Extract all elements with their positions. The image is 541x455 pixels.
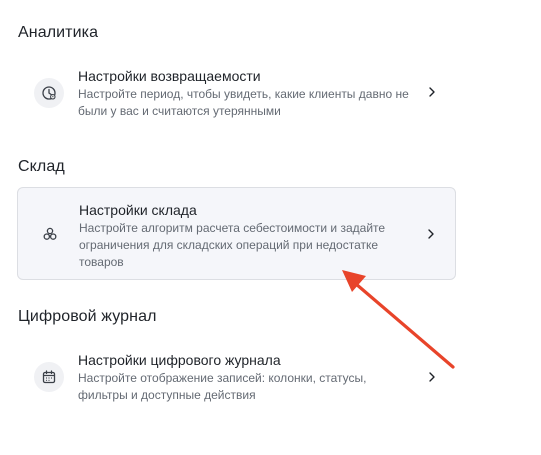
settings-page: Аналитика Настройки возвращаемости Настр… [0, 0, 541, 455]
settings-item-title: Настройки возвращаемости [78, 68, 261, 84]
section-title-warehouse: Склад [18, 158, 65, 175]
settings-item-title: Настройки цифрового журнала [78, 352, 281, 368]
settings-item-retention[interactable]: Настройки возвращаемости Настройте перио… [17, 62, 456, 126]
calendar-icon [34, 362, 64, 392]
settings-item-warehouse[interactable]: Настройки склада Настройте алгоритм расч… [17, 187, 456, 280]
settings-item-description: Настройте отображение записей: колонки, … [78, 371, 367, 402]
settings-item-description: Настройте период, чтобы увидеть, какие к… [78, 87, 409, 118]
section-title-digital-journal: Цифровой журнал [18, 308, 157, 325]
clock-gauge-icon [34, 78, 64, 108]
settings-item-title: Настройки склада [79, 202, 197, 218]
settings-item-digital-journal[interactable]: Настройки цифрового журнала Настройте от… [17, 344, 456, 412]
chevron-right-icon [428, 229, 434, 239]
section-title-analytics: Аналитика [18, 24, 99, 41]
chevron-right-icon [429, 372, 435, 382]
boxes-icon [35, 219, 65, 249]
settings-item-description: Настройте алгоритм расчета себестоимости… [79, 221, 386, 269]
chevron-right-icon [429, 87, 435, 97]
